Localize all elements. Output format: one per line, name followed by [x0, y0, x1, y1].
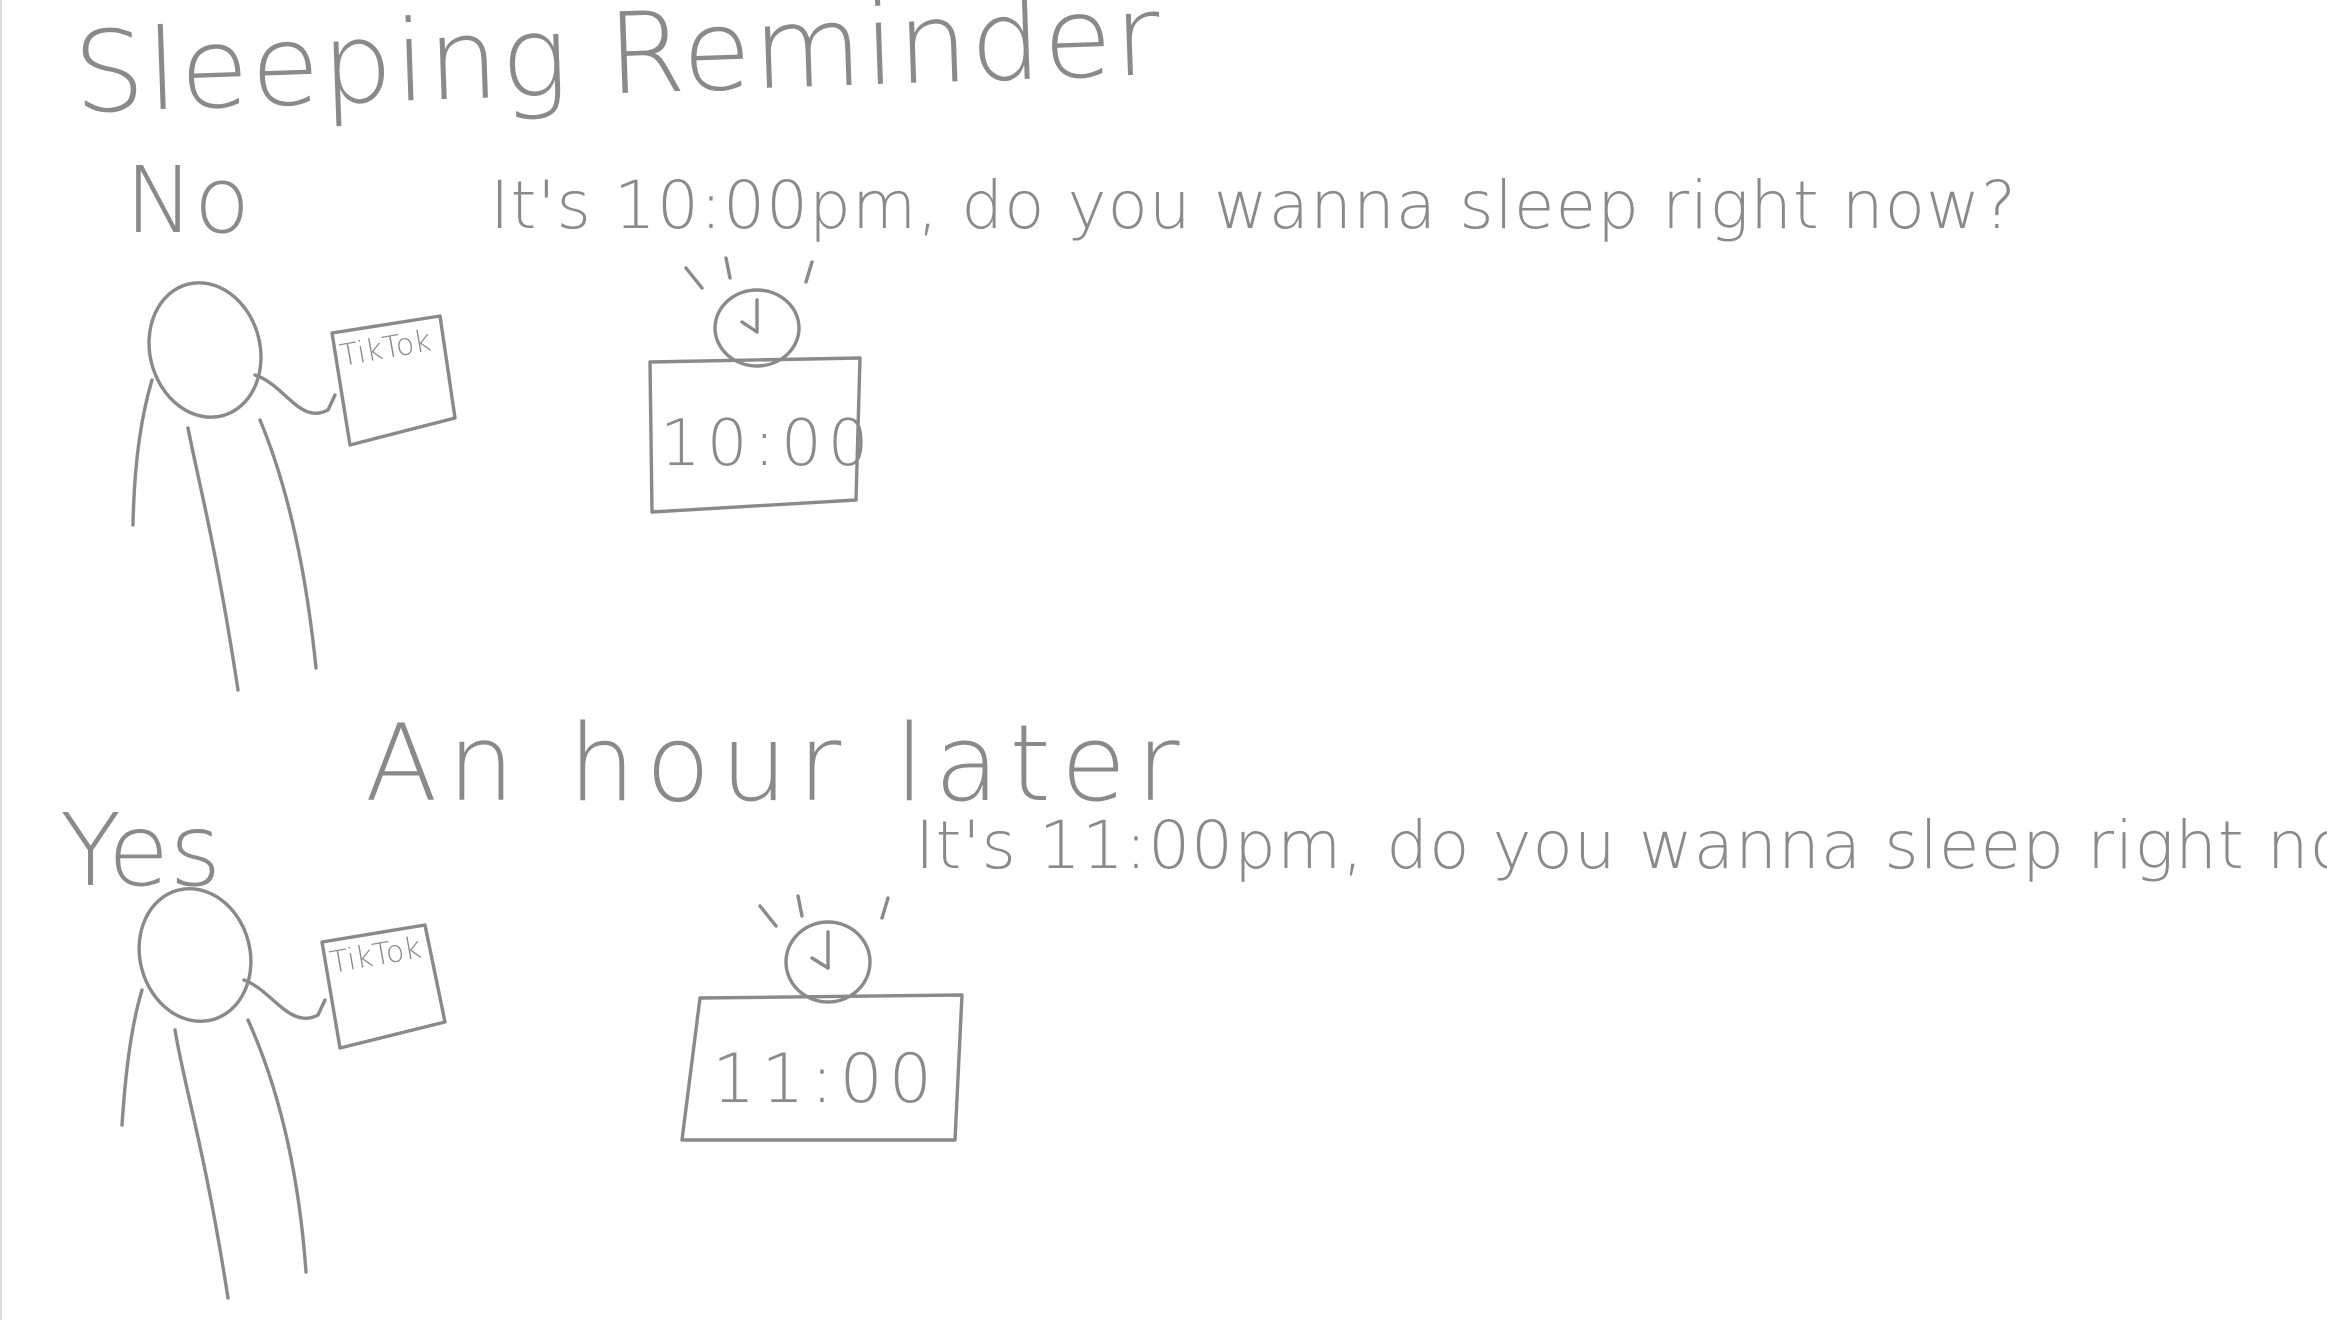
- phone-icon-no: TikTok: [330, 314, 457, 447]
- alarm-clock-icon-yes: [758, 894, 890, 1004]
- clock-display-yes: 11:00: [680, 993, 964, 1142]
- scene-no-message: It's 10:00pm, do you wanna sleep right n…: [490, 167, 2017, 244]
- sketch-canvas: Sleeping Reminder No It's 10:00pm, do yo…: [60, 0, 2327, 1300]
- person-figure-yes: [120, 887, 327, 1300]
- scene-no-label: No: [125, 147, 250, 254]
- title-text: Sleeping Reminder: [71, 0, 1164, 139]
- person-figure-no: [131, 281, 337, 692]
- phone-icon-yes: TikTok: [320, 923, 447, 1050]
- alarm-clock-icon-no: [684, 256, 814, 368]
- scene-yes-label: Yes: [60, 792, 221, 909]
- clock-time-yes: 11:00: [712, 1040, 938, 1119]
- scene-yes-message: It's 11:00pm, do you wanna sleep right n…: [915, 807, 2327, 884]
- clock-display-no: 10:00: [648, 356, 874, 514]
- clock-time-no: 10:00: [660, 407, 874, 481]
